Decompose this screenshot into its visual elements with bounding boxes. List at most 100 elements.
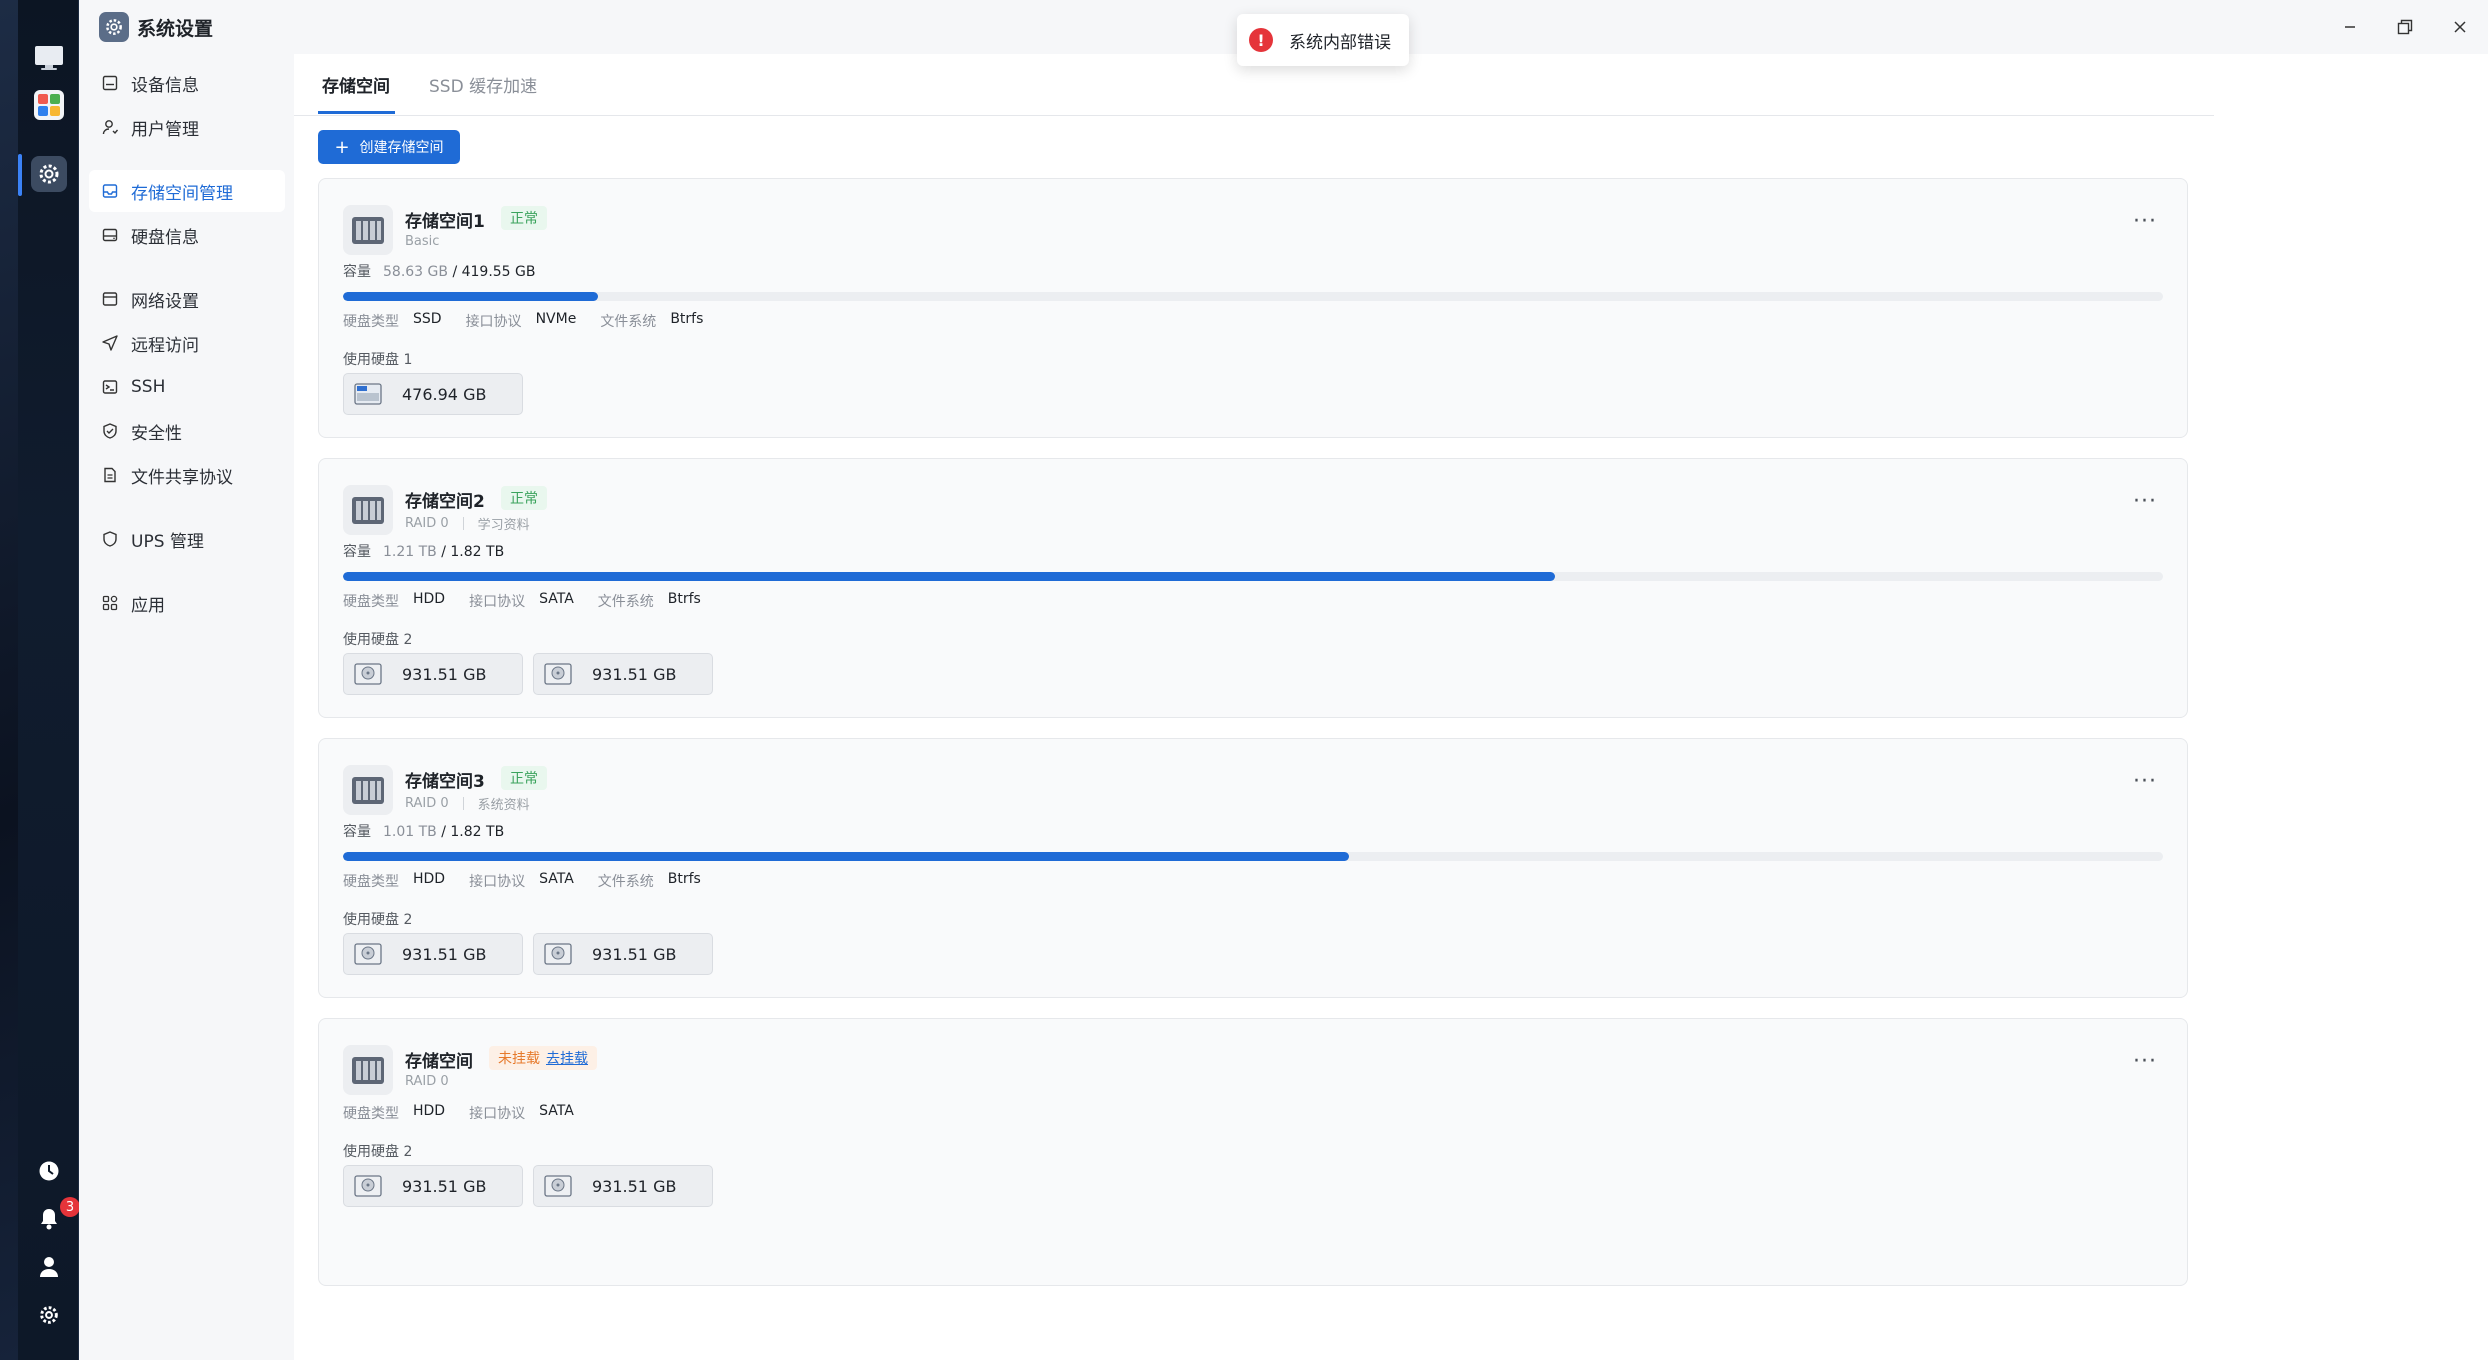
storage-pool-card: 存储空间2 正常 RAID 0 学习资料 容量 1.21 TB / 1.82 TB … bbox=[318, 458, 2188, 718]
sidebar-item-network-settings[interactable]: 网络设置 bbox=[89, 278, 285, 320]
interface-value: SATA bbox=[539, 871, 574, 887]
disk-type-value: SSD bbox=[413, 311, 442, 327]
filesystem-value: Btrfs bbox=[667, 591, 701, 607]
interface-label: 接口协议 bbox=[469, 1106, 526, 1122]
disk-chip[interactable]: 931.51 GB bbox=[533, 1165, 713, 1207]
sidebar-item-remote-access[interactable]: 远程访问 bbox=[89, 322, 285, 364]
interface-label: 接口协议 bbox=[469, 594, 526, 610]
settings-sidebar: 设备信息 用户管理 存储空间管理 硬盘信息 网络设置 远程访问 SSH 安全性 bbox=[79, 54, 294, 1360]
gear-icon[interactable] bbox=[36, 1302, 62, 1328]
app-center-icon[interactable] bbox=[31, 87, 67, 123]
interface-label: 接口协议 bbox=[465, 314, 522, 330]
error-toast: ! 系统内部错误 bbox=[1237, 14, 1409, 66]
disk-size: 931.51 GB bbox=[592, 664, 677, 684]
sidebar-item-label: 远程访问 bbox=[131, 335, 199, 356]
disks-used-label: 使用硬盘 2 bbox=[343, 1144, 413, 1160]
more-options-button[interactable]: ··· bbox=[2133, 209, 2157, 234]
disk-icon bbox=[101, 226, 119, 244]
settings-window: 系统设置 设备信息 用户管理 存储空间管理 硬盘信息 网络设置 远程访问 SSH… bbox=[79, 0, 2488, 1360]
more-options-button[interactable]: ··· bbox=[2133, 769, 2157, 794]
disks-used-label: 使用硬盘 2 bbox=[343, 912, 413, 928]
capacity-bar-fill bbox=[343, 292, 598, 301]
sidebar-item-label: 网络设置 bbox=[131, 291, 199, 312]
notification-badge: 3 bbox=[60, 1197, 80, 1217]
tab-storage-space[interactable]: 存储空间 bbox=[322, 72, 390, 97]
tab-ssd-cache[interactable]: SSD 缓存加速 bbox=[429, 72, 537, 97]
disk-chip[interactable]: 931.51 GB bbox=[343, 933, 523, 975]
storage-pool-card: 存储空间 未挂载 去挂载 RAID 0 硬盘类型 HDD 接口协议 SATA 使用硬盘… bbox=[318, 1018, 2188, 1286]
capacity-label: 容量 bbox=[343, 824, 371, 840]
storage-icon bbox=[101, 182, 119, 200]
hdd-icon bbox=[354, 941, 382, 967]
ssd-icon bbox=[354, 381, 382, 407]
sidebar-item-device-info[interactable]: 设备信息 bbox=[89, 62, 285, 104]
sidebar-item-file-sharing[interactable]: 文件共享协议 bbox=[89, 454, 285, 496]
capacity-used: 1.01 TB bbox=[383, 824, 437, 840]
sidebar-item-apps[interactable]: 应用 bbox=[89, 582, 285, 624]
sidebar-item-label: 应用 bbox=[131, 595, 165, 616]
pool-note: 系统资料 bbox=[477, 798, 530, 813]
sidebar-item-label: 文件共享协议 bbox=[131, 467, 233, 488]
disk-type-label: 硬盘类型 bbox=[343, 874, 399, 890]
network-icon bbox=[101, 290, 119, 308]
nas-server-icon bbox=[343, 205, 393, 255]
sidebar-item-label: 存储空间管理 bbox=[131, 183, 233, 204]
desktop-dock: 3 bbox=[0, 0, 80, 1360]
monitor-icon bbox=[101, 74, 119, 92]
disk-size: 931.51 GB bbox=[402, 944, 487, 964]
sidebar-item-label: 硬盘信息 bbox=[131, 227, 199, 248]
pool-raid-level: RAID 0 学习资料 bbox=[405, 514, 530, 533]
sidebar-item-label: 安全性 bbox=[131, 423, 182, 444]
raid-text: RAID 0 bbox=[405, 1074, 449, 1089]
clock-icon[interactable] bbox=[36, 1158, 62, 1184]
disk-type-label: 硬盘类型 bbox=[343, 1106, 399, 1122]
mount-link[interactable]: 去挂载 bbox=[546, 1048, 588, 1068]
status-text: 正常 bbox=[510, 491, 538, 507]
status-text: 正常 bbox=[510, 771, 538, 787]
disk-type-label: 硬盘类型 bbox=[343, 594, 399, 610]
filesystem-label: 文件系统 bbox=[597, 594, 654, 610]
disk-size: 931.51 GB bbox=[402, 1176, 487, 1196]
disk-size: 931.51 GB bbox=[592, 1176, 677, 1196]
sidebar-item-ssh[interactable]: SSH bbox=[89, 366, 285, 408]
create-storage-button[interactable]: + 创建存储空间 bbox=[318, 130, 460, 164]
pool-note: 学习资料 bbox=[477, 518, 530, 533]
active-tab-underline bbox=[318, 111, 395, 114]
more-options-button[interactable]: ··· bbox=[2133, 1049, 2157, 1074]
bell-icon[interactable] bbox=[36, 1206, 62, 1232]
maximize-button[interactable] bbox=[2390, 12, 2420, 42]
hdd-icon bbox=[354, 661, 382, 687]
sidebar-item-security[interactable]: 安全性 bbox=[89, 410, 285, 452]
user-icon[interactable] bbox=[36, 1254, 62, 1280]
sidebar-item-disk-info[interactable]: 硬盘信息 bbox=[89, 214, 285, 256]
system-settings-dock-icon[interactable] bbox=[31, 156, 67, 192]
desktop-monitor-icon[interactable] bbox=[31, 40, 67, 76]
terminal-icon bbox=[101, 378, 119, 396]
sidebar-item-ups-management[interactable]: UPS 管理 bbox=[89, 518, 285, 560]
capacity-text: 容量 1.21 TB / 1.82 TB bbox=[343, 541, 504, 561]
disk-chip[interactable]: 476.94 GB bbox=[343, 373, 523, 415]
pool-raid-level: Basic bbox=[405, 234, 439, 249]
more-options-button[interactable]: ··· bbox=[2133, 489, 2157, 514]
user-icon bbox=[101, 118, 119, 136]
storage-pool-card: 存储空间3 正常 RAID 0 系统资料 容量 1.01 TB / 1.82 TB … bbox=[318, 738, 2188, 998]
capacity-bar-fill bbox=[343, 852, 1350, 861]
hdd-icon bbox=[544, 941, 572, 967]
settings-app-icon bbox=[99, 12, 129, 42]
toast-message: 系统内部错误 bbox=[1289, 32, 1391, 53]
close-button[interactable] bbox=[2445, 12, 2475, 42]
minimize-button[interactable] bbox=[2335, 12, 2365, 42]
sidebar-item-user-management[interactable]: 用户管理 bbox=[89, 106, 285, 148]
status-badge: 未挂载 去挂载 bbox=[489, 1046, 597, 1070]
disk-chip[interactable]: 931.51 GB bbox=[343, 1165, 523, 1207]
disk-chip[interactable]: 931.51 GB bbox=[343, 653, 523, 695]
sidebar-item-storage-management[interactable]: 存储空间管理 bbox=[89, 170, 285, 212]
disk-chip[interactable]: 931.51 GB bbox=[533, 933, 713, 975]
status-badge: 正常 bbox=[501, 206, 547, 230]
pool-attributes: 硬盘类型 SSD 接口协议 NVMe 文件系统 Btrfs bbox=[343, 311, 727, 331]
interface-value: NVMe bbox=[535, 311, 577, 327]
disk-chip[interactable]: 931.51 GB bbox=[533, 653, 713, 695]
disk-size: 931.51 GB bbox=[592, 944, 677, 964]
capacity-text: 容量 1.01 TB / 1.82 TB bbox=[343, 821, 504, 841]
interface-label: 接口协议 bbox=[469, 874, 526, 890]
